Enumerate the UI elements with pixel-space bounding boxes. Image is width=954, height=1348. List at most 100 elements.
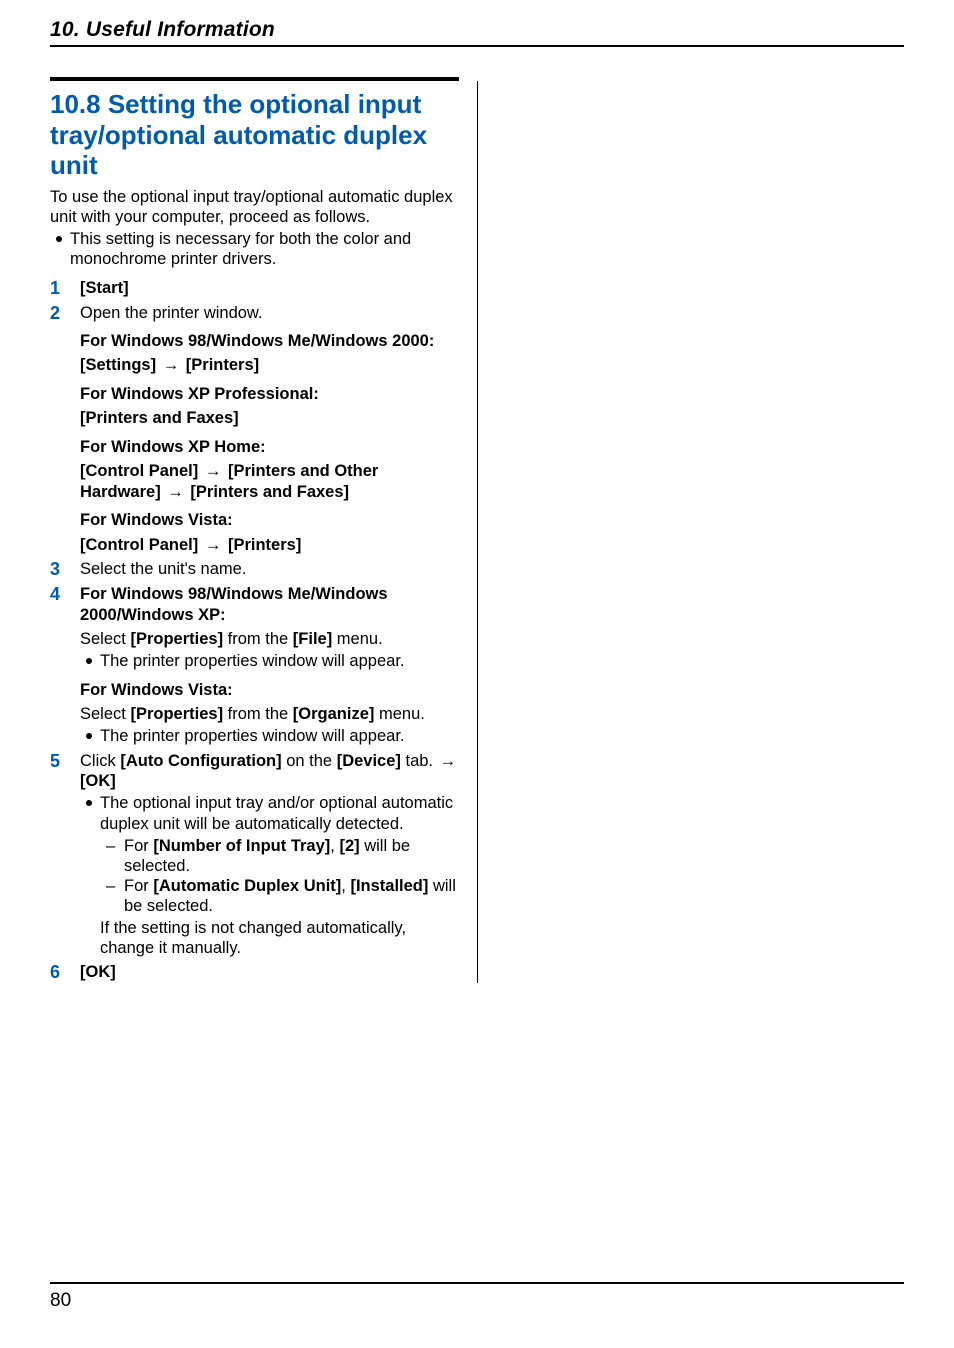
intro-bullets: This setting is necessary for both the c…: [50, 229, 459, 269]
arrow-icon: →: [161, 356, 182, 374]
step-6: 6 [OK]: [50, 962, 459, 983]
arrow-icon: →: [165, 483, 186, 501]
txt: Click: [80, 752, 120, 770]
xpp-path: [Printers and Faxes]: [80, 408, 459, 428]
step-number: 2: [50, 303, 64, 556]
step-number: 6: [50, 962, 64, 983]
page: 10. Useful Information 10.8 Setting the …: [0, 0, 954, 1348]
ui-printers-faxes-2: Printers and Faxes: [196, 483, 344, 501]
step-body: For Windows 98/Windows Me/Windows 2000/W…: [80, 584, 459, 747]
ui-start: Start: [86, 279, 124, 297]
ui-properties-2: Properties: [136, 705, 218, 723]
vista-path: [Control Panel] → [Printers]: [80, 535, 459, 555]
xph-block: For Windows XP Home: [Control Panel] → […: [80, 437, 459, 502]
ui-two: 2: [345, 837, 354, 855]
win98-block: For Windows 98/Windows Me/Windows 2000: …: [80, 331, 459, 376]
step4-bullets2: The printer properties window will appea…: [80, 726, 459, 746]
step4-bullet: The printer properties window will appea…: [80, 651, 459, 671]
txt: from the: [223, 630, 293, 648]
ui-printers-2: Printers: [233, 536, 295, 554]
ui-control-panel: Control Panel: [86, 462, 193, 480]
step5-line: Click [Auto Configuration] on the [Devic…: [80, 751, 459, 792]
step4-heading2: For Windows Vista:: [80, 680, 459, 700]
columns: 10.8 Setting the optional input tray/opt…: [50, 77, 904, 983]
step-4: 4 For Windows 98/Windows Me/Windows 2000…: [50, 584, 459, 747]
step5-bullet: The optional input tray and/or optional …: [80, 793, 459, 958]
xpp-heading: For Windows XP Professional:: [80, 384, 459, 404]
ui-printers-faxes: Printers and Faxes: [86, 409, 234, 427]
step4-heading1: For Windows 98/Windows Me/Windows 2000/W…: [80, 584, 459, 625]
step-number: 4: [50, 584, 64, 747]
step5-bullets: The optional input tray and/or optional …: [80, 793, 459, 958]
ui-control-panel-2: Control Panel: [86, 536, 193, 554]
step-1: 1 [Start]: [50, 278, 459, 299]
ui-device: Device: [342, 752, 395, 770]
win98-path: [Settings] → [Printers]: [80, 355, 459, 375]
section-rule: [50, 77, 459, 81]
ui-auto-config: Auto Configuration: [126, 752, 276, 770]
win98-heading: For Windows 98/Windows Me/Windows 2000:: [80, 331, 459, 351]
intro-text: To use the optional input tray/optional …: [50, 187, 459, 227]
dash-item-2: For [Automatic Duplex Unit], [Installed]…: [100, 876, 459, 916]
ui-installed: Installed: [356, 877, 423, 895]
step-2: 2 Open the printer window. For Windows 9…: [50, 303, 459, 556]
step4-select1: Select [Properties] from the [File] menu…: [80, 629, 459, 649]
section-title: 10.8 Setting the optional input tray/opt…: [50, 89, 459, 181]
arrow-icon: →: [438, 752, 459, 770]
dash-item-1: For [Number of Input Tray], [2] will be …: [100, 836, 459, 876]
ui-num-input-tray: Number of Input Tray: [159, 837, 325, 855]
step5-dash-list: For [Number of Input Tray], [2] will be …: [100, 836, 459, 917]
txt: from the: [223, 705, 293, 723]
chapter-title: 10. Useful Information: [50, 18, 904, 42]
ui-organize: Organize: [298, 705, 369, 723]
ui-auto-duplex: Automatic Duplex Unit: [159, 877, 336, 895]
ui-ok-2: OK: [86, 963, 111, 981]
vista-block: For Windows Vista: [Control Panel] → [Pr…: [80, 510, 459, 555]
step-body: Click [Auto Configuration] on the [Devic…: [80, 751, 459, 959]
bracket-close: ]: [123, 279, 129, 297]
arrow-icon: →: [203, 462, 224, 480]
txt: menu.: [374, 705, 424, 723]
step4-vista-block: For Windows Vista: Select [Properties] f…: [80, 680, 459, 747]
txt: The optional input tray and/or optional …: [100, 794, 453, 832]
step-body: [OK]: [80, 962, 459, 983]
xpp-block: For Windows XP Professional: [Printers a…: [80, 384, 459, 429]
txt: tab.: [401, 752, 438, 770]
step-body: Open the printer window. For Windows 98/…: [80, 303, 459, 556]
footer: 80: [50, 1282, 904, 1312]
txt: For: [124, 837, 153, 855]
txt: on the: [282, 752, 337, 770]
step-3: 3 Select the unit's name.: [50, 559, 459, 580]
txt: Select: [80, 705, 130, 723]
step-body: Select the unit's name.: [80, 559, 459, 580]
step4-bullets1: The printer properties window will appea…: [80, 651, 459, 671]
left-column: 10.8 Setting the optional input tray/opt…: [50, 77, 477, 983]
step-number: 5: [50, 751, 64, 959]
step-number: 1: [50, 278, 64, 299]
txt: For: [124, 877, 153, 895]
step5-note: If the setting is not changed automatica…: [100, 918, 459, 958]
page-number: 80: [50, 1290, 904, 1312]
header-rule: [50, 45, 904, 47]
ui-settings: Settings: [86, 356, 151, 374]
intro-bullet-item: This setting is necessary for both the c…: [50, 229, 459, 269]
step4-bullet-2: The printer properties window will appea…: [80, 726, 459, 746]
step-body: [Start]: [80, 278, 459, 299]
ui-printers: Printers: [191, 356, 253, 374]
steps-list: 1 [Start] 2 Open the printer window. For…: [50, 278, 459, 984]
step4-select2: Select [Properties] from the [Organize] …: [80, 704, 459, 724]
right-column: [478, 77, 905, 983]
ui-properties: Properties: [136, 630, 218, 648]
txt: Select: [80, 630, 130, 648]
step-5: 5 Click [Auto Configuration] on the [Dev…: [50, 751, 459, 959]
xph-path: [Control Panel] → [Printers and Other Ha…: [80, 461, 459, 502]
footer-rule: [50, 1282, 904, 1284]
arrow-icon: →: [203, 536, 224, 554]
ui-ok: OK: [86, 772, 111, 790]
vista-heading: For Windows Vista:: [80, 510, 459, 530]
xph-heading: For Windows XP Home:: [80, 437, 459, 457]
step-2-text: Open the printer window.: [80, 304, 263, 322]
txt: menu.: [332, 630, 382, 648]
step-number: 3: [50, 559, 64, 580]
ui-file: File: [298, 630, 326, 648]
